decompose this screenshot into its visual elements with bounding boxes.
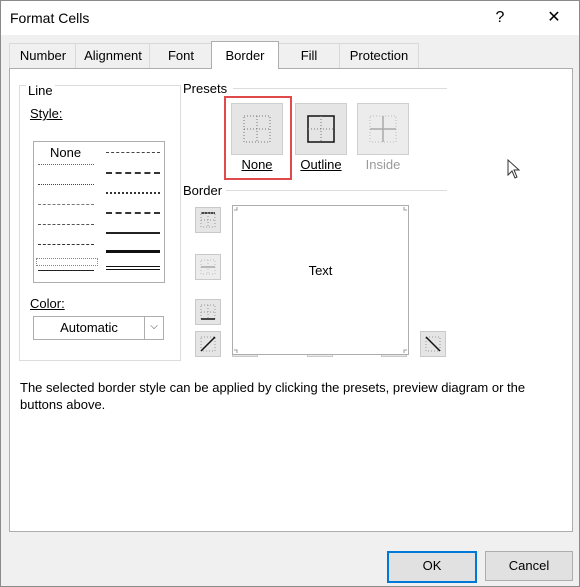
line-style-option[interactable] xyxy=(38,270,94,271)
line-style-option[interactable] xyxy=(106,266,160,270)
preset-none-highlight xyxy=(224,96,292,180)
border-diagonal-up-button[interactable] xyxy=(195,331,221,357)
color-label: Color: xyxy=(30,296,65,311)
color-dropdown-value: Automatic xyxy=(60,320,118,335)
line-style-list[interactable]: None xyxy=(33,141,165,283)
title-bar: Format Cells ? ✕ xyxy=(1,1,579,35)
tab-fill[interactable]: Fill xyxy=(277,43,341,68)
preset-inside-button xyxy=(357,103,409,155)
tab-font[interactable]: Font xyxy=(149,43,213,68)
line-style-option[interactable] xyxy=(106,172,160,174)
chevron-down-icon[interactable]: ⌵ xyxy=(144,317,163,339)
preset-inside-icon xyxy=(369,115,397,143)
border-top-icon xyxy=(200,212,216,228)
tab-strip: Number Alignment Font Border Fill Protec… xyxy=(9,41,571,69)
line-style-option[interactable] xyxy=(106,250,160,253)
line-style-option[interactable] xyxy=(38,204,94,205)
close-button[interactable]: ✕ xyxy=(531,1,577,35)
dialog-title: Format Cells xyxy=(10,10,90,26)
border-bottom-button[interactable] xyxy=(195,299,221,325)
border-diagonal-down-button[interactable] xyxy=(420,331,446,357)
line-style-option[interactable] xyxy=(38,224,94,225)
border-inside-horizontal-button[interactable] xyxy=(195,254,221,280)
tab-border[interactable]: Border xyxy=(211,41,279,69)
ok-button[interactable]: OK xyxy=(387,551,477,583)
format-cells-dialog: Format Cells ? ✕ Number Alignment Font B… xyxy=(0,0,580,587)
border-diagonal-up-icon xyxy=(200,336,216,352)
line-style-thin-selected[interactable] xyxy=(36,258,98,266)
preset-inside-label: Inside xyxy=(365,157,401,172)
line-group: Line Style: None Color: Automatic ⌵ xyxy=(19,83,181,361)
line-style-option[interactable] xyxy=(106,232,160,234)
line-style-option[interactable] xyxy=(38,164,94,165)
preview-corner-marks xyxy=(234,207,407,353)
help-button[interactable]: ? xyxy=(477,1,523,35)
presets-group-label: Presets xyxy=(183,81,228,96)
tab-protection[interactable]: Protection xyxy=(339,43,419,68)
preset-outline-icon xyxy=(307,115,335,143)
cancel-button[interactable]: Cancel xyxy=(485,551,573,581)
line-style-option[interactable] xyxy=(38,244,94,245)
line-style-option[interactable] xyxy=(106,192,160,194)
presets-divider xyxy=(233,88,447,89)
line-style-option[interactable] xyxy=(106,152,160,153)
border-top-button[interactable] xyxy=(195,207,221,233)
hint-text: The selected border style can be applied… xyxy=(20,380,526,412)
border-divider xyxy=(226,190,447,191)
style-label: Style: xyxy=(30,106,63,121)
border-diagonal-down-icon xyxy=(425,336,441,352)
preset-outline-button[interactable] xyxy=(295,103,347,155)
tab-alignment[interactable]: Alignment xyxy=(75,43,151,68)
preset-outline-label[interactable]: Outline xyxy=(291,157,351,172)
color-dropdown[interactable]: Automatic ⌵ xyxy=(33,316,164,340)
line-style-none[interactable]: None xyxy=(50,145,81,160)
line-style-option[interactable] xyxy=(38,184,94,185)
line-style-option[interactable] xyxy=(106,212,160,214)
border-group-label: Border xyxy=(183,183,223,198)
border-preview[interactable]: Text xyxy=(232,205,409,355)
preview-text: Text xyxy=(308,263,333,278)
border-bottom-icon xyxy=(200,304,216,320)
border-inside-horizontal-icon xyxy=(200,259,216,275)
line-group-label: Line xyxy=(26,83,55,98)
border-tab-panel: Line Style: None Color: Automatic ⌵ Pres… xyxy=(9,68,573,532)
tab-number[interactable]: Number xyxy=(9,43,77,68)
mouse-cursor-icon xyxy=(507,159,521,179)
